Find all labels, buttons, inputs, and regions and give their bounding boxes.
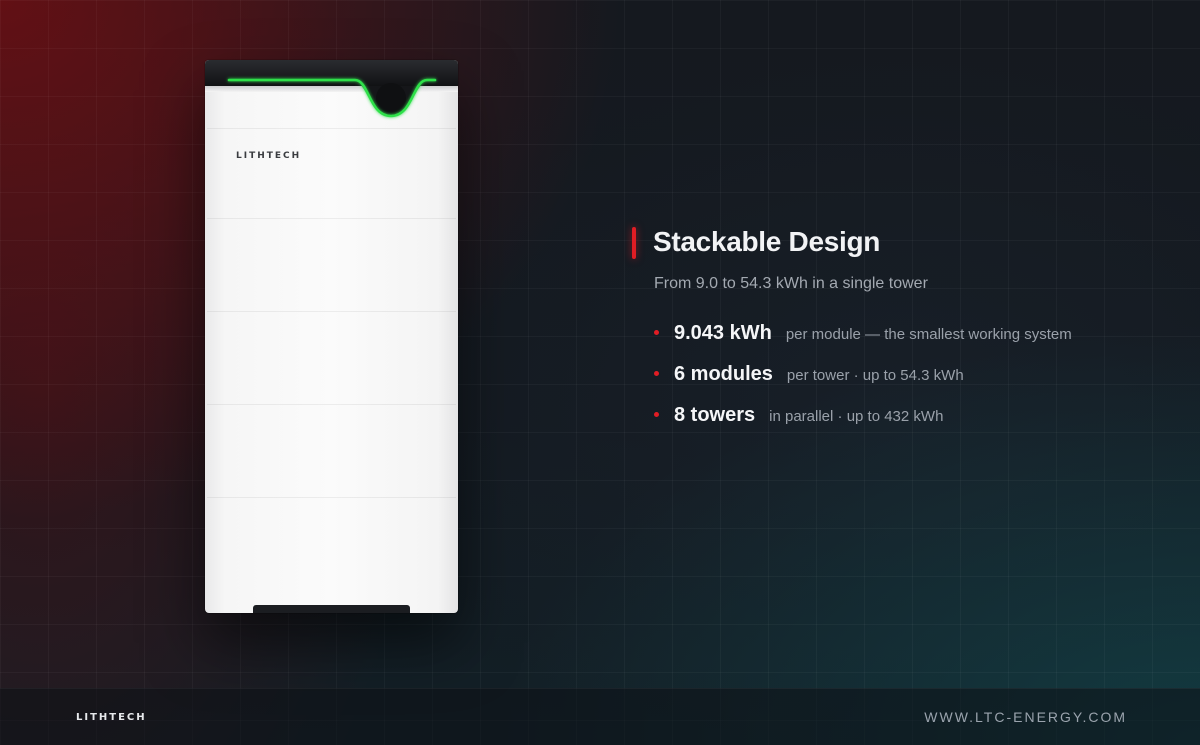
spec-item: 9.043 kWh per module — the smallest work… — [654, 322, 1072, 363]
page-subtitle: From 9.0 to 54.3 kWh in a single tower — [654, 275, 928, 292]
spec-value: 9.043 kWh — [674, 322, 772, 344]
module-seam — [207, 311, 456, 312]
slide: LITHTECH Stackable Design From 9.0 to 54… — [0, 0, 1200, 745]
tower-base — [253, 605, 410, 613]
footer-brand-logo: LITHTECH — [76, 712, 147, 723]
spec-list: 9.043 kWh per module — the smallest work… — [654, 322, 1072, 445]
spec-description: per tower · up to 54.3 kWh — [786, 367, 964, 384]
spec-item: 6 modules per tower · up to 54.3 kWh — [654, 363, 1072, 404]
module-seam — [207, 404, 456, 405]
tower-brand-logo: LITHTECH — [236, 151, 302, 161]
red-dot-icon — [654, 371, 659, 376]
red-dot-icon — [654, 330, 659, 335]
footer: LITHTECH WWW.LTC-ENERGY.COM — [0, 688, 1200, 745]
spec-item: 8 towers in parallel · up to 432 kWh — [654, 404, 1072, 445]
spec-value: 6 modules — [674, 363, 773, 385]
module-seam — [207, 218, 456, 219]
status-light-icon — [227, 78, 437, 118]
spec-description: per module — the smallest working system — [785, 326, 1072, 343]
module-seam — [207, 128, 456, 129]
red-dot-icon — [654, 412, 659, 417]
spec-value: 8 towers — [674, 404, 756, 426]
battery-tower-image: LITHTECH — [205, 60, 458, 613]
module-seam — [207, 497, 456, 498]
website-link[interactable]: WWW.LTC-ENERGY.COM — [924, 709, 1127, 725]
page-title: Stackable Design — [653, 226, 881, 257]
title-accent-bar — [632, 227, 636, 259]
spec-description: in parallel · up to 432 kWh — [769, 408, 944, 425]
